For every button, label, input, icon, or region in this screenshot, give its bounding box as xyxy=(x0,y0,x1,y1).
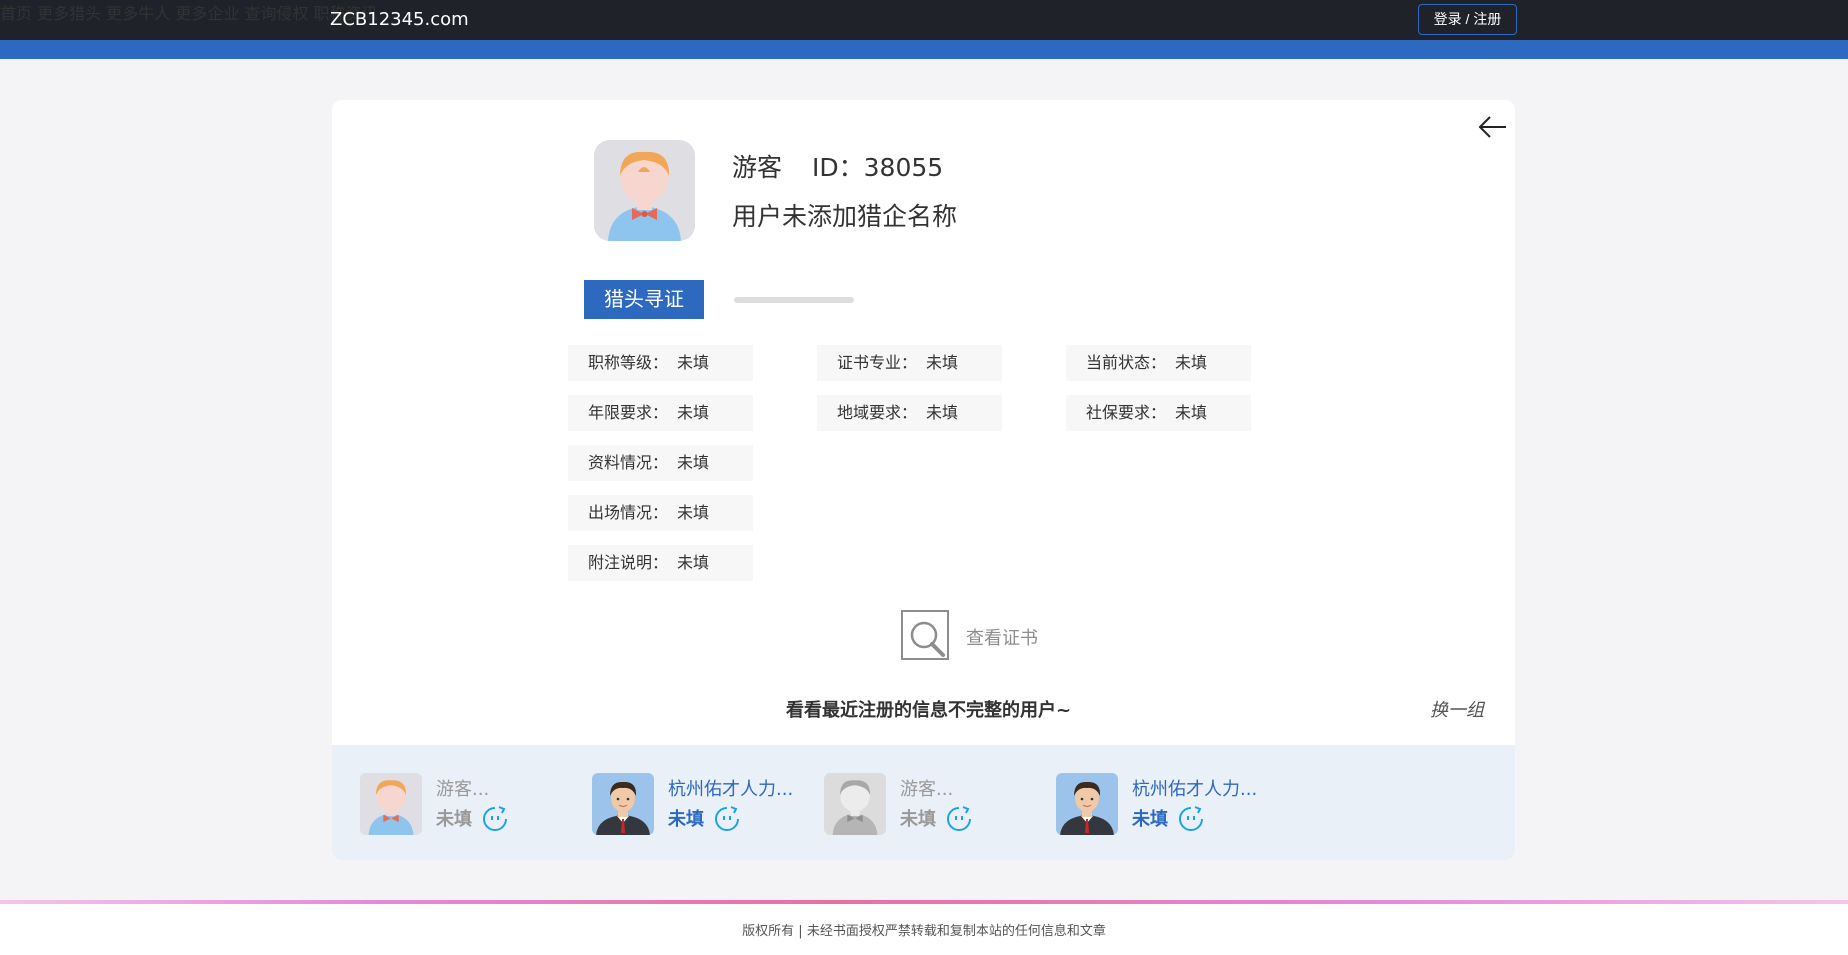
field-value: 未填 xyxy=(1175,353,1208,372)
businessman-avatar-icon xyxy=(1056,773,1118,835)
nav-more-talents[interactable]: 更多牛人 xyxy=(106,4,170,23)
smile-chat-icon[interactable] xyxy=(945,805,973,833)
cartoon-child-avatar-icon xyxy=(594,140,695,241)
profile-progress-bar xyxy=(734,297,854,303)
view-certificate-label: 查看证书 xyxy=(966,628,1038,649)
profile-company: 用户未添加猎企名称 xyxy=(732,202,958,231)
headhunter-seek-cert-tag[interactable]: 猎头寻证 xyxy=(584,280,704,319)
field-exit-status: 出场情况： 未填 xyxy=(568,495,753,531)
profile-name: 游客 xyxy=(732,153,783,182)
field-value: 未填 xyxy=(926,353,959,372)
field-value: 未填 xyxy=(1175,403,1208,422)
field-value: 未填 xyxy=(677,453,710,472)
field-value: 未填 xyxy=(677,403,710,422)
field-value: 未填 xyxy=(677,353,710,372)
recent-user-status: 未填 xyxy=(436,809,472,830)
nav-more-headhunters[interactable]: 更多猎头 xyxy=(37,4,101,23)
nav-query-infringement[interactable]: 查询侵权 xyxy=(244,4,308,23)
field-years-requirement: 年限要求： 未填 xyxy=(568,395,753,431)
businessman-avatar-icon xyxy=(592,773,654,835)
recent-user-name: 游客... xyxy=(900,779,954,800)
cartoon-child-avatar-icon xyxy=(360,773,422,835)
field-value: 未填 xyxy=(677,503,710,522)
recent-user-card[interactable]: 杭州佑才人力... 未填 xyxy=(1056,773,1266,835)
field-materials: 资料情况： 未填 xyxy=(568,445,753,481)
recent-user-status: 未填 xyxy=(900,809,936,830)
field-value: 未填 xyxy=(677,553,710,572)
field-region-requirement: 地域要求： 未填 xyxy=(817,395,1002,431)
recent-user-status: 未填 xyxy=(1132,809,1168,830)
recent-user-name: 游客... xyxy=(436,779,490,800)
avatar xyxy=(360,773,422,835)
field-title-level: 职称等级： 未填 xyxy=(568,345,753,381)
view-certificate-button[interactable]: 查看证书 xyxy=(900,609,1060,663)
nav-home[interactable]: 首页 xyxy=(0,4,32,23)
field-notes: 附注说明： 未填 xyxy=(568,545,753,581)
field-value: 未填 xyxy=(926,403,959,422)
recent-users-title: 看看最近注册的信息不完整的用户~ xyxy=(786,700,1072,721)
smile-chat-icon[interactable] xyxy=(713,805,741,833)
recent-user-status: 未填 xyxy=(668,809,704,830)
login-register-button[interactable]: 登录 / 注册 xyxy=(1418,4,1517,35)
field-cert-major: 证书专业： 未填 xyxy=(817,345,1002,381)
header-band xyxy=(0,40,1848,59)
recent-user-name: 杭州佑才人力... xyxy=(1132,779,1258,800)
recent-user-card[interactable]: 游客... 未填 xyxy=(360,773,570,835)
recent-user-name: 杭州佑才人力... xyxy=(668,779,794,800)
recent-user-card[interactable]: 游客... 未填 xyxy=(824,773,1034,835)
smile-chat-icon[interactable] xyxy=(481,805,509,833)
nav-more-companies[interactable]: 更多企业 xyxy=(175,4,239,23)
gray-default-avatar-icon xyxy=(824,773,886,835)
profile-avatar xyxy=(594,140,695,241)
refresh-group-button[interactable]: 换一组 xyxy=(1430,696,1484,722)
site-logo[interactable]: ZCB12345.com xyxy=(330,0,469,40)
recent-user-card[interactable]: 杭州佑才人力... 未填 xyxy=(592,773,802,835)
top-navbar: ZCB12345.com 首页 更多猎头 更多牛人 更多企业 查询侵权 职称资讯… xyxy=(0,0,1848,40)
back-arrow-icon[interactable] xyxy=(1472,112,1512,142)
field-social-security: 社保要求： 未填 xyxy=(1066,395,1251,431)
recent-users-panel: 游客... 未填 杭州佑才人力... 未填 游客... 未填 杭州佑才人力...… xyxy=(332,745,1515,860)
avatar xyxy=(592,773,654,835)
avatar xyxy=(1056,773,1118,835)
profile-card: 游客 ID：38055 用户未添加猎企名称 猎头寻证 职称等级： 未填 证书专业：未… xyxy=(332,100,1515,860)
profile-name-line: 游客 ID：38055 xyxy=(732,148,943,184)
field-current-status: 当前状态： 未填 xyxy=(1066,345,1251,381)
footer-copyright: 版权所有 | 未经书面授权严禁转载和复制本站的任何信息和文章 xyxy=(742,924,1106,939)
avatar xyxy=(824,773,886,835)
smile-chat-icon[interactable] xyxy=(1177,805,1205,833)
search-document-icon xyxy=(901,610,949,660)
profile-id: ID：38055 xyxy=(812,153,944,182)
